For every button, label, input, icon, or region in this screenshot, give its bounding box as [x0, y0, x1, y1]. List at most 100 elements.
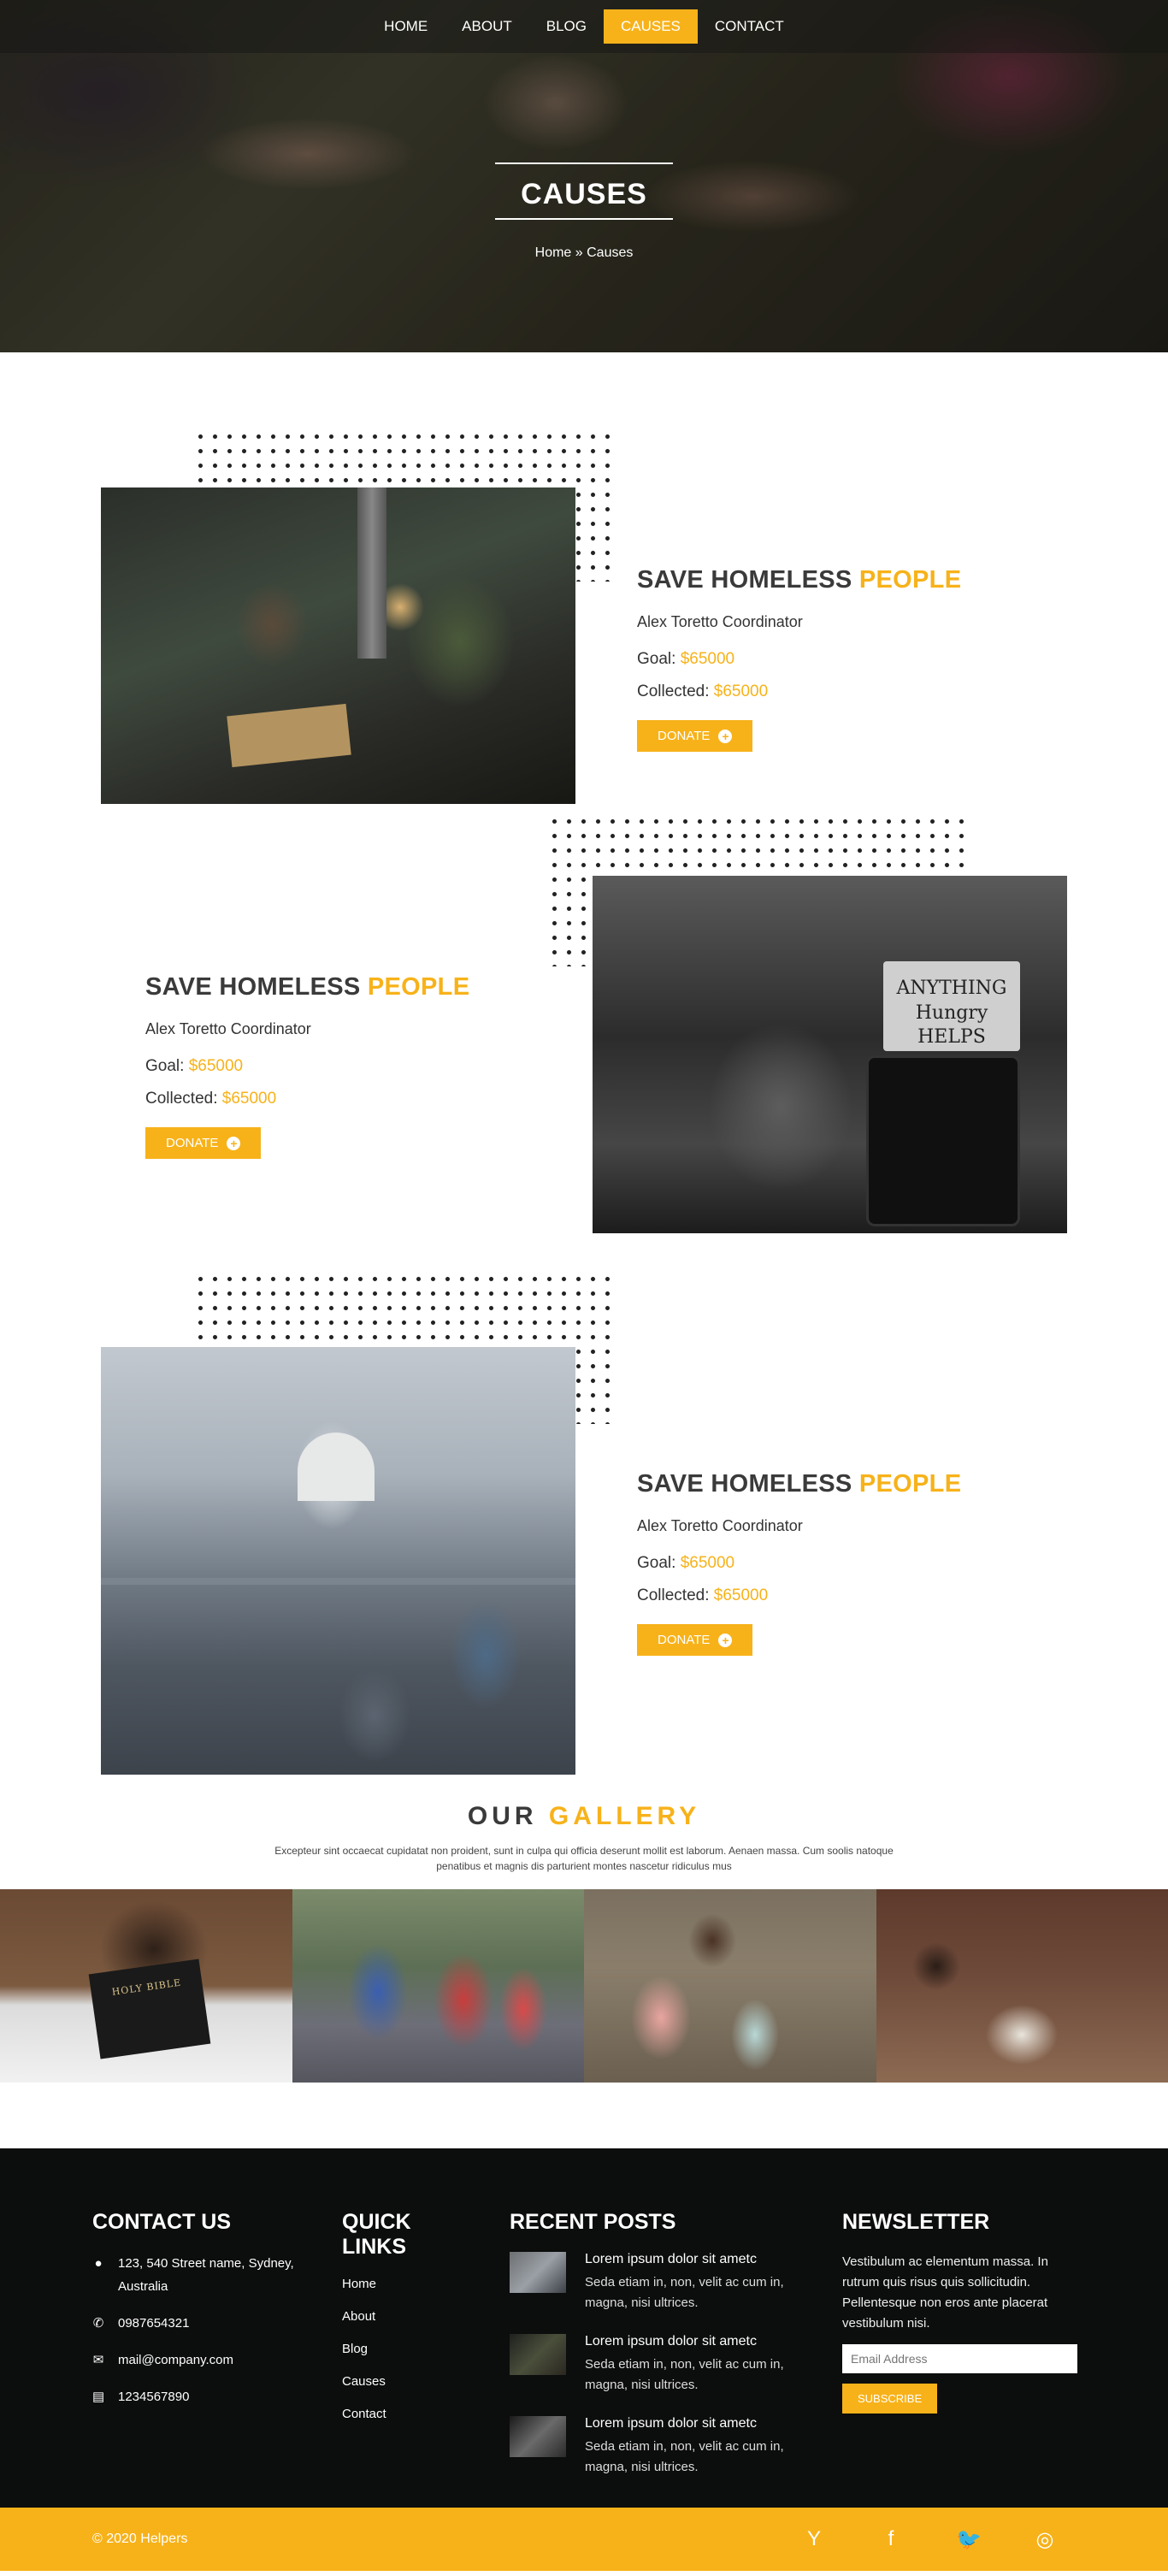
recent-post[interactable]: Lorem ipsum dolor sit ametc Seda etiam i… [510, 2252, 800, 2313]
instagram-icon[interactable]: ◎ [1033, 2527, 1057, 2552]
gallery-title-text: OUR [467, 1802, 538, 1830]
post-title[interactable]: Lorem ipsum dolor sit ametc [585, 2416, 800, 2431]
footer-quick-links: QUICK LINKS Home About Blog Causes Conta… [342, 2210, 479, 2439]
copyright: © 2020 Helpers [92, 2532, 188, 2546]
donate-button[interactable]: DONATE + [145, 1127, 262, 1159]
post-thumbnail[interactable] [510, 2416, 566, 2457]
donate-button[interactable]: DONATE + [637, 720, 753, 752]
envelope-icon: ✉ [92, 2353, 104, 2367]
footer-email: ✉ mail@company.com [92, 2349, 298, 2372]
cause-coordinator: Alex Toretto Coordinator [637, 613, 803, 630]
footer: CONTACT US ● 123, 540 Street name, Sydney… [0, 2148, 1168, 2508]
hero-banner: HOME ABOUT BLOG CAUSES CONTACT CAUSES Ho… [0, 0, 1168, 352]
y-combinator-icon[interactable]: Y [802, 2527, 826, 2552]
footer-link-home[interactable]: Home [342, 2277, 479, 2291]
gallery-title-highlight: GALLERY [548, 1802, 701, 1830]
post-thumbnail[interactable] [510, 2334, 566, 2375]
recent-post[interactable]: Lorem ipsum dolor sit ametc Seda etiam i… [510, 2416, 800, 2478]
cause-title-highlight: PEOPLE [858, 1470, 962, 1498]
footer-link-blog[interactable]: Blog [342, 2342, 479, 2356]
post-title[interactable]: Lorem ipsum dolor sit ametc [585, 2334, 800, 2349]
gallery-image[interactable] [584, 1889, 876, 2083]
collected-amount: $65000 [713, 682, 769, 700]
footer-posts-heading: RECENT POSTS [510, 2210, 676, 2234]
gallery-image[interactable] [292, 1889, 584, 2083]
nav-about[interactable]: ABOUT [445, 9, 529, 44]
gallery-section: OUR GALLERY Excepteur sint occaecat cupi… [0, 1802, 1168, 2148]
photo-book: HOLY BIBLE [88, 1959, 211, 2059]
post-excerpt: Seda etiam in, non, velit ac cum in, mag… [585, 2439, 784, 2474]
footer-link-causes[interactable]: Causes [342, 2374, 479, 2389]
donate-label: DONATE [166, 1136, 219, 1150]
plus-circle-icon: + [718, 729, 733, 743]
breadcrumb: Home » Causes [534, 245, 634, 260]
email-text[interactable]: mail@company.com [118, 2349, 233, 2372]
address-text: 123, 540 Street name, Sydney, Australia [118, 2256, 294, 2294]
newsletter-text: Vestibulum ac elementum massa. In rutrum… [842, 2254, 1048, 2331]
hero-content: CAUSES Home » Causes [0, 162, 1168, 261]
recent-post[interactable]: Lorem ipsum dolor sit ametc Seda etiam i… [510, 2334, 800, 2396]
post-excerpt: Seda etiam in, non, velit ac cum in, mag… [585, 2357, 784, 2392]
collected-label: Collected: [637, 682, 710, 700]
post-excerpt: Seda etiam in, non, velit ac cum in, mag… [585, 2275, 784, 2310]
footer-phone: ✆ 0987654321 [92, 2312, 298, 2335]
gallery-image[interactable] [876, 1889, 1168, 2083]
cause-title-highlight: PEOPLE [858, 566, 962, 594]
collected-amount: $65000 [713, 1586, 769, 1604]
cause-photo [101, 487, 575, 804]
phone-text: 0987654321 [118, 2316, 190, 2331]
donate-button[interactable]: DONATE + [637, 1624, 753, 1656]
twitter-icon[interactable]: 🐦 [956, 2527, 982, 2552]
cause-card: ANYTHING Hungry HELPS SAVE HOMELESS PEOP… [0, 814, 1168, 1272]
nav-home[interactable]: HOME [367, 9, 445, 44]
footer-newsletter-heading: NEWSLETTER [842, 2210, 990, 2234]
cause-collected: Collected: $65000 [637, 1586, 961, 1605]
cause-info: SAVE HOMELESS PEOPLE Alex Toretto Coordi… [637, 1470, 961, 1656]
post-body: Lorem ipsum dolor sit ametc Seda etiam i… [585, 2416, 800, 2478]
goal-amount: $65000 [680, 1554, 735, 1572]
phone-icon: ✆ [92, 2316, 104, 2331]
cause-info: SAVE HOMELESS PEOPLE Alex Toretto Coordi… [637, 566, 961, 752]
footer-recent-posts: RECENT POSTS Lorem ipsum dolor sit ametc… [510, 2210, 800, 2498]
plus-circle-icon: + [227, 1136, 241, 1150]
post-thumbnail[interactable] [510, 2252, 566, 2293]
goal-label: Goal: [637, 650, 676, 668]
cause-coordinator: Alex Toretto Coordinator [145, 1020, 311, 1037]
footer-contact: CONTACT US ● 123, 540 Street name, Sydney… [92, 2210, 298, 2422]
fax-text: 1234567890 [118, 2390, 190, 2404]
cause-goal: Goal: $65000 [637, 1554, 961, 1573]
cause-title-text: SAVE HOMELESS [145, 973, 361, 1001]
cause-info: SAVE HOMELESS PEOPLE Alex Toretto Coordi… [145, 973, 469, 1159]
hero-title-frame: CAUSES [495, 162, 673, 220]
nav-causes[interactable]: CAUSES [603, 9, 698, 44]
cause-goal: Goal: $65000 [145, 1057, 469, 1076]
collected-label: Collected: [637, 1586, 710, 1604]
page-title: CAUSES [521, 178, 647, 210]
footer-fax: ▤ 1234567890 [92, 2385, 298, 2408]
footer-link-contact[interactable]: Contact [342, 2407, 479, 2421]
cause-title-text: SAVE HOMELESS [637, 566, 852, 594]
facebook-icon[interactable]: f [879, 2527, 903, 2552]
cause-title: SAVE HOMELESS PEOPLE [637, 566, 961, 594]
cause-photo [101, 1347, 575, 1775]
donate-label: DONATE [658, 729, 711, 743]
goal-label: Goal: [145, 1057, 185, 1075]
footer-address: ● 123, 540 Street name, Sydney, Australia [92, 2252, 298, 2298]
footer-link-about[interactable]: About [342, 2309, 479, 2324]
social-links: Y f 🐦 ◎ [802, 2527, 1057, 2552]
photo-sign: ANYTHING Hungry HELPS [883, 961, 1020, 1051]
goal-amount: $65000 [680, 650, 735, 668]
post-title[interactable]: Lorem ipsum dolor sit ametc [585, 2252, 800, 2267]
gallery-image[interactable]: HOLY BIBLE [0, 1889, 292, 2083]
gallery-description: Excepteur sint occaecat cupidatat non pr… [274, 1845, 894, 1872]
donate-label: DONATE [658, 1633, 711, 1647]
gallery-title: OUR GALLERY [0, 1802, 1168, 1831]
gallery-grid: HOLY BIBLE [0, 1889, 1168, 2083]
footer-contact-heading: CONTACT US [92, 2210, 232, 2234]
footer-links-heading: QUICK LINKS [342, 2210, 411, 2259]
newsletter-email-input[interactable] [842, 2344, 1077, 2373]
nav-contact[interactable]: CONTACT [698, 9, 801, 44]
nav-blog[interactable]: BLOG [529, 9, 604, 44]
subscribe-button[interactable]: SUBSCRIBE [842, 2384, 938, 2414]
cause-card: SAVE HOMELESS PEOPLE Alex Toretto Coordi… [0, 352, 1168, 814]
